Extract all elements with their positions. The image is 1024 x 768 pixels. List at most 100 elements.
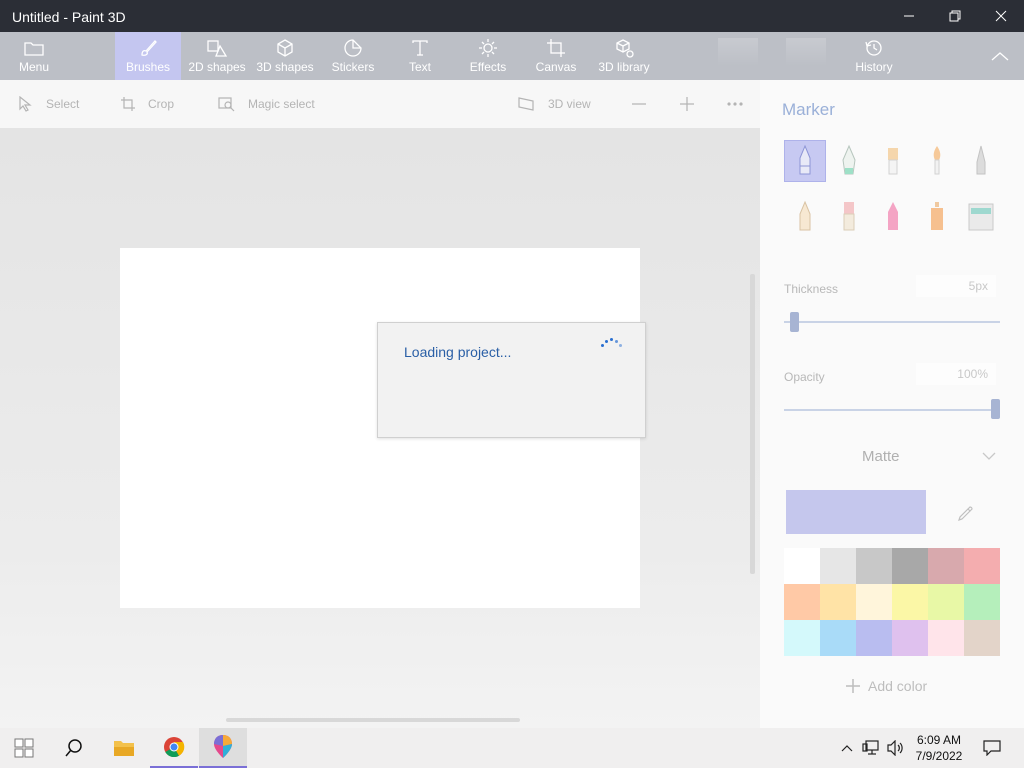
loading-dialog: Loading project... [377, 322, 646, 438]
ribbon-3d-library[interactable]: 3D library [591, 32, 657, 80]
search-icon [65, 739, 82, 757]
ribbon-canvas[interactable]: Canvas [523, 32, 589, 80]
horizontal-scrollbar[interactable] [226, 718, 520, 722]
marker-brush[interactable] [784, 140, 826, 182]
color-swatch[interactable] [784, 620, 820, 656]
crayon-icon [888, 202, 898, 230]
ribbon-brushes[interactable]: Brushes [115, 32, 181, 80]
calligraphy-pen-icon [842, 144, 856, 175]
select-label: Select [46, 97, 80, 111]
color-swatch[interactable] [856, 548, 892, 584]
brush-icon [141, 40, 157, 56]
clock[interactable]: 6:09 AM 7/9/2022 [904, 732, 974, 764]
ribbon-stickers[interactable]: Stickers [319, 32, 387, 80]
show-hidden-icons-button[interactable] [838, 728, 856, 768]
ribbon-label: Canvas [535, 60, 577, 74]
color-swatch[interactable] [820, 584, 856, 620]
ribbon-label: Stickers [331, 60, 375, 74]
color-swatch[interactable] [964, 548, 1000, 584]
pixel-pen-brush[interactable] [961, 141, 1001, 181]
crayon-brush[interactable] [873, 197, 913, 237]
color-swatch[interactable] [964, 584, 1000, 620]
color-swatch[interactable] [928, 620, 964, 656]
start-button[interactable] [0, 728, 48, 768]
color-swatch[interactable] [928, 584, 964, 620]
ribbon-history[interactable]: History [841, 32, 907, 80]
plus-icon [680, 97, 694, 111]
ribbon-label: Text [408, 60, 431, 74]
marker-icon [799, 144, 811, 175]
text-icon [412, 40, 428, 56]
close-button[interactable] [978, 0, 1024, 32]
add-color-label: Add color [868, 678, 928, 694]
ribbon: Menu Brushes 2D shapes 3D shapes Sticker… [0, 32, 1024, 80]
spray-can-brush[interactable] [917, 197, 957, 237]
fill-brush[interactable] [961, 197, 1001, 237]
oil-brush[interactable] [873, 141, 913, 181]
vertical-scrollbar[interactable] [750, 274, 755, 574]
chrome-button[interactable] [150, 728, 198, 768]
calligraphy-pen-brush[interactable] [829, 141, 869, 181]
magic-select-label: Magic select [248, 97, 315, 111]
chrome-icon [164, 737, 185, 758]
network-button[interactable] [860, 728, 882, 768]
minimize-button[interactable] [886, 0, 932, 32]
color-swatch[interactable] [892, 620, 928, 656]
folder-icon [24, 42, 44, 56]
finish-dropdown[interactable]: Matte [782, 446, 1002, 472]
clock-time: 6:09 AM [916, 733, 962, 747]
zoom-out-button[interactable] [630, 80, 660, 128]
add-color-button[interactable]: Add color [846, 676, 927, 696]
ribbon-2d-shapes[interactable]: 2D shapes [183, 32, 251, 80]
volume-button[interactable] [884, 728, 906, 768]
watercolor-brush[interactable] [917, 141, 957, 181]
crop-icon [121, 97, 135, 111]
3d-library-icon [616, 39, 634, 58]
color-swatch[interactable] [784, 548, 820, 584]
current-color-swatch[interactable] [786, 490, 926, 534]
search-button[interactable] [50, 728, 98, 768]
color-swatch[interactable] [928, 548, 964, 584]
more-options-button[interactable] [726, 80, 756, 128]
opacity-slider-thumb[interactable] [991, 399, 1000, 419]
3d-view-button[interactable]: 3D view [518, 80, 591, 128]
color-swatch[interactable] [892, 584, 928, 620]
clock-date: 7/9/2022 [915, 749, 963, 763]
color-swatch[interactable] [964, 620, 1000, 656]
window-title: Untitled - Paint 3D [12, 9, 126, 25]
select-button[interactable]: Select [18, 80, 79, 128]
zoom-in-button[interactable] [678, 80, 708, 128]
opacity-value[interactable]: 100% [916, 363, 996, 385]
ribbon-3d-shapes[interactable]: 3D shapes [251, 32, 319, 80]
restore-button[interactable] [932, 0, 978, 32]
color-swatch[interactable] [784, 584, 820, 620]
thickness-slider-track[interactable] [784, 321, 1000, 323]
crop-button[interactable]: Crop [120, 80, 174, 128]
thickness-slider-thumb[interactable] [790, 312, 800, 332]
color-swatch[interactable] [856, 620, 892, 656]
color-swatch[interactable] [820, 620, 856, 656]
eraser-brush[interactable] [829, 197, 869, 237]
ribbon-menu[interactable]: Menu [0, 32, 68, 80]
eyedropper-button[interactable] [946, 498, 986, 528]
color-swatch[interactable] [820, 548, 856, 584]
thickness-value[interactable]: 5px [916, 275, 996, 297]
opacity-slider-track[interactable] [784, 409, 1000, 411]
file-explorer-button[interactable] [100, 728, 148, 768]
notifications-button[interactable] [978, 728, 1006, 768]
disabled-ribbon-button [718, 38, 758, 66]
ribbon-text[interactable]: Text [387, 32, 453, 80]
disabled-ribbon-button [786, 38, 826, 66]
crop-label: Crop [148, 97, 175, 111]
close-icon [995, 10, 1007, 22]
ribbon-effects[interactable]: Effects [455, 32, 521, 80]
collapse-ribbon-button[interactable] [980, 32, 1020, 80]
paint-3d-button[interactable] [199, 728, 247, 768]
color-swatch[interactable] [856, 584, 892, 620]
color-swatch[interactable] [892, 548, 928, 584]
more-icon [727, 102, 743, 106]
3d-view-icon [518, 97, 534, 111]
pencil-brush[interactable] [785, 197, 825, 237]
magic-select-button[interactable]: Magic select [218, 80, 315, 128]
opacity-label: Opacity [784, 370, 825, 384]
